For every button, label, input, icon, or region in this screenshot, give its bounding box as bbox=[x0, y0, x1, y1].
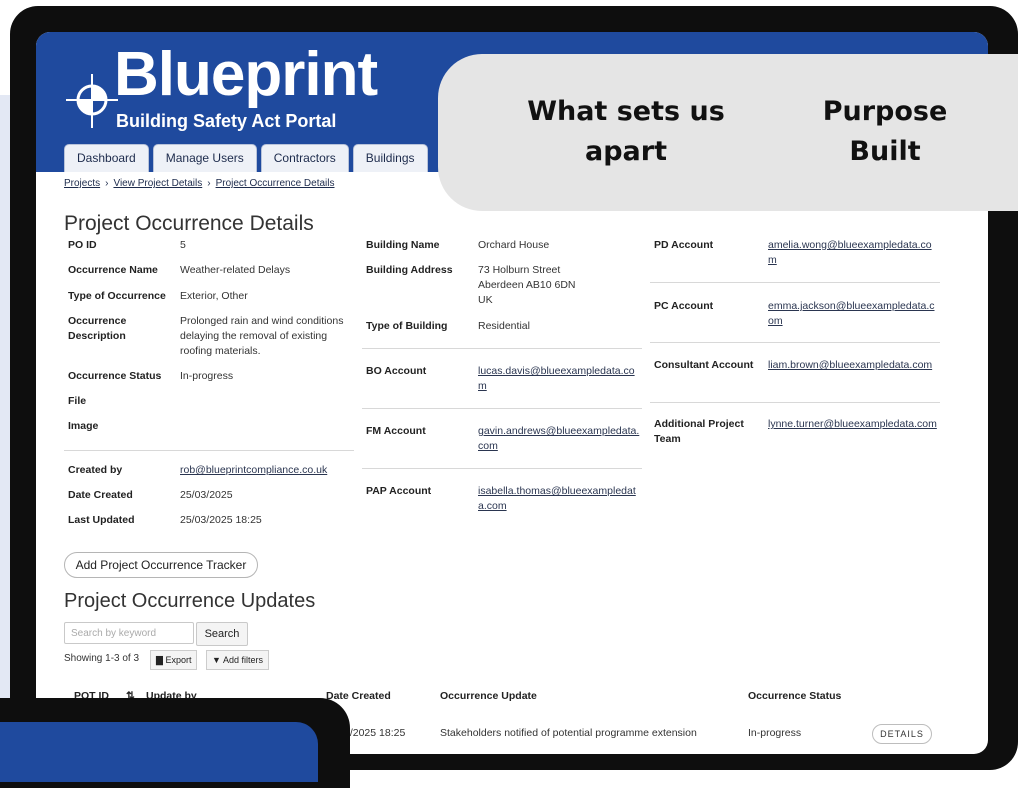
label-date-created: Date Created bbox=[68, 489, 133, 501]
add-filters-button[interactable]: ▼ Add filters bbox=[206, 650, 269, 670]
filter-icon: ▼ bbox=[212, 655, 221, 665]
label-po-id: PO ID bbox=[68, 239, 97, 251]
bo-account-link[interactable]: lucas.davis@blueexampledata.com bbox=[478, 364, 640, 394]
breadcrumb: Projects › View Project Details › Project Oc… bbox=[64, 178, 335, 189]
logo-subtitle: Building Safety Act Portal bbox=[116, 111, 337, 131]
pc-account-link[interactable]: emma.jackson@blueexampledata.com bbox=[768, 299, 940, 329]
breadcrumb-occurrence[interactable]: Project Occurrence Details bbox=[216, 178, 335, 189]
divider bbox=[650, 342, 940, 343]
add-filters-label: Add filters bbox=[222, 655, 263, 665]
row-date-created: 3/2025 18:25 bbox=[344, 727, 406, 739]
divider bbox=[362, 408, 642, 409]
label-pc-account: PC Account bbox=[654, 300, 714, 312]
value-occurrence-status: In-progress bbox=[180, 370, 234, 382]
value-type-of-occurrence: Exterior, Other bbox=[180, 290, 248, 302]
tab-buildings[interactable]: Buildings bbox=[352, 144, 428, 172]
label-type-of-occurrence: Type of Occurrence bbox=[68, 290, 166, 302]
nav-tabs: Dashboard Manage Users Contractors Build… bbox=[64, 144, 428, 172]
divider bbox=[650, 282, 940, 283]
divider bbox=[362, 468, 642, 469]
label-created-by: Created by bbox=[68, 464, 123, 476]
column-occurrence-status[interactable]: Occurrence Status bbox=[748, 690, 841, 702]
label-file: File bbox=[68, 395, 87, 407]
details-button[interactable]: DETAILS bbox=[872, 724, 932, 744]
search-button[interactable]: Search bbox=[196, 622, 248, 646]
callout-panel: What sets us apart Purpose Built bbox=[438, 54, 1018, 211]
value-occurrence-description: Prolonged rain and wind conditions delay… bbox=[180, 315, 344, 357]
consultant-account-link[interactable]: liam.brown@blueexampledata.com bbox=[768, 358, 940, 373]
label-building-name: Building Name bbox=[366, 239, 440, 251]
export-button[interactable]: ▇ Export bbox=[150, 650, 198, 670]
value-building-name: Orchard House bbox=[478, 239, 550, 251]
value-occurrence-name: Weather-related Delays bbox=[180, 264, 291, 276]
add-occurrence-tracker-button[interactable]: Add Project Occurrence Tracker bbox=[64, 552, 258, 578]
column-date-created[interactable]: Date Created bbox=[326, 690, 391, 702]
label-additional-project-team: Additional Project Team bbox=[654, 418, 744, 445]
tab-contractors[interactable]: Contractors bbox=[260, 144, 349, 172]
label-consultant-account: Consultant Account bbox=[654, 359, 754, 371]
divider bbox=[362, 348, 642, 349]
updates-title: Project Occurrence Updates bbox=[64, 590, 316, 612]
additional-team-link[interactable]: lynne.turner@blueexampledata.com bbox=[768, 417, 940, 432]
label-pd-account: PD Account bbox=[654, 239, 714, 251]
label-image: Image bbox=[68, 420, 99, 432]
value-last-updated: 25/03/2025 18:25 bbox=[180, 514, 262, 526]
label-building-address: Building Address bbox=[366, 264, 453, 276]
document-icon: ▇ bbox=[156, 655, 163, 665]
callout-what-sets-us-apart: What sets us apart bbox=[527, 96, 725, 167]
results-count: Showing 1-3 of 3 bbox=[64, 653, 140, 664]
label-type-of-building: Type of Building bbox=[366, 320, 448, 332]
label-fm-account: FM Account bbox=[366, 425, 426, 437]
logo-wordmark: Blueprint bbox=[114, 40, 378, 109]
export-label: Export bbox=[165, 655, 192, 665]
label-occurrence-status: Occurrence Status bbox=[68, 370, 162, 382]
row-status: In-progress bbox=[748, 727, 802, 739]
tab-dashboard[interactable]: Dashboard bbox=[64, 144, 149, 172]
pap-account-link[interactable]: isabella.thomas@blueexampledata.com bbox=[478, 484, 640, 514]
created-by-email-link[interactable]: rob@blueprintcompliance.co.uk bbox=[180, 463, 327, 478]
value-po-id: 5 bbox=[180, 239, 186, 251]
pd-account-link[interactable]: amelia.wong@blueexampledata.com bbox=[768, 238, 940, 268]
page-title: Project Occurrence Details bbox=[64, 212, 314, 235]
label-occurrence-name: Occurrence Name bbox=[68, 264, 158, 276]
label-occurrence-description: Occurrence Description bbox=[68, 315, 127, 342]
label-last-updated: Last Updated bbox=[68, 514, 135, 526]
label-pap-account: PAP Account bbox=[366, 485, 432, 497]
value-type-of-building: Residential bbox=[478, 320, 530, 332]
fm-account-link[interactable]: gavin.andrews@blueexampledata.com bbox=[478, 424, 640, 454]
breadcrumb-projects[interactable]: Projects bbox=[64, 178, 100, 189]
callout-purpose-built: Purpose Built bbox=[822, 96, 948, 167]
tab-manage-users[interactable]: Manage Users bbox=[152, 144, 257, 172]
divider bbox=[64, 450, 354, 451]
search-input[interactable]: Search by keyword bbox=[64, 622, 194, 644]
value-date-created: 25/03/2025 bbox=[180, 489, 233, 501]
row-occurrence-update: Stakeholders notified of potential progr… bbox=[440, 727, 697, 739]
breadcrumb-view-project[interactable]: View Project Details bbox=[113, 178, 202, 189]
label-bo-account: BO Account bbox=[366, 365, 427, 377]
column-occurrence-update[interactable]: Occurrence Update bbox=[440, 690, 537, 702]
value-building-address: 73 Holburn Street Aberdeen AB10 6DN UK bbox=[478, 264, 576, 306]
divider bbox=[650, 402, 940, 403]
decorative-blue-panel bbox=[0, 722, 318, 782]
